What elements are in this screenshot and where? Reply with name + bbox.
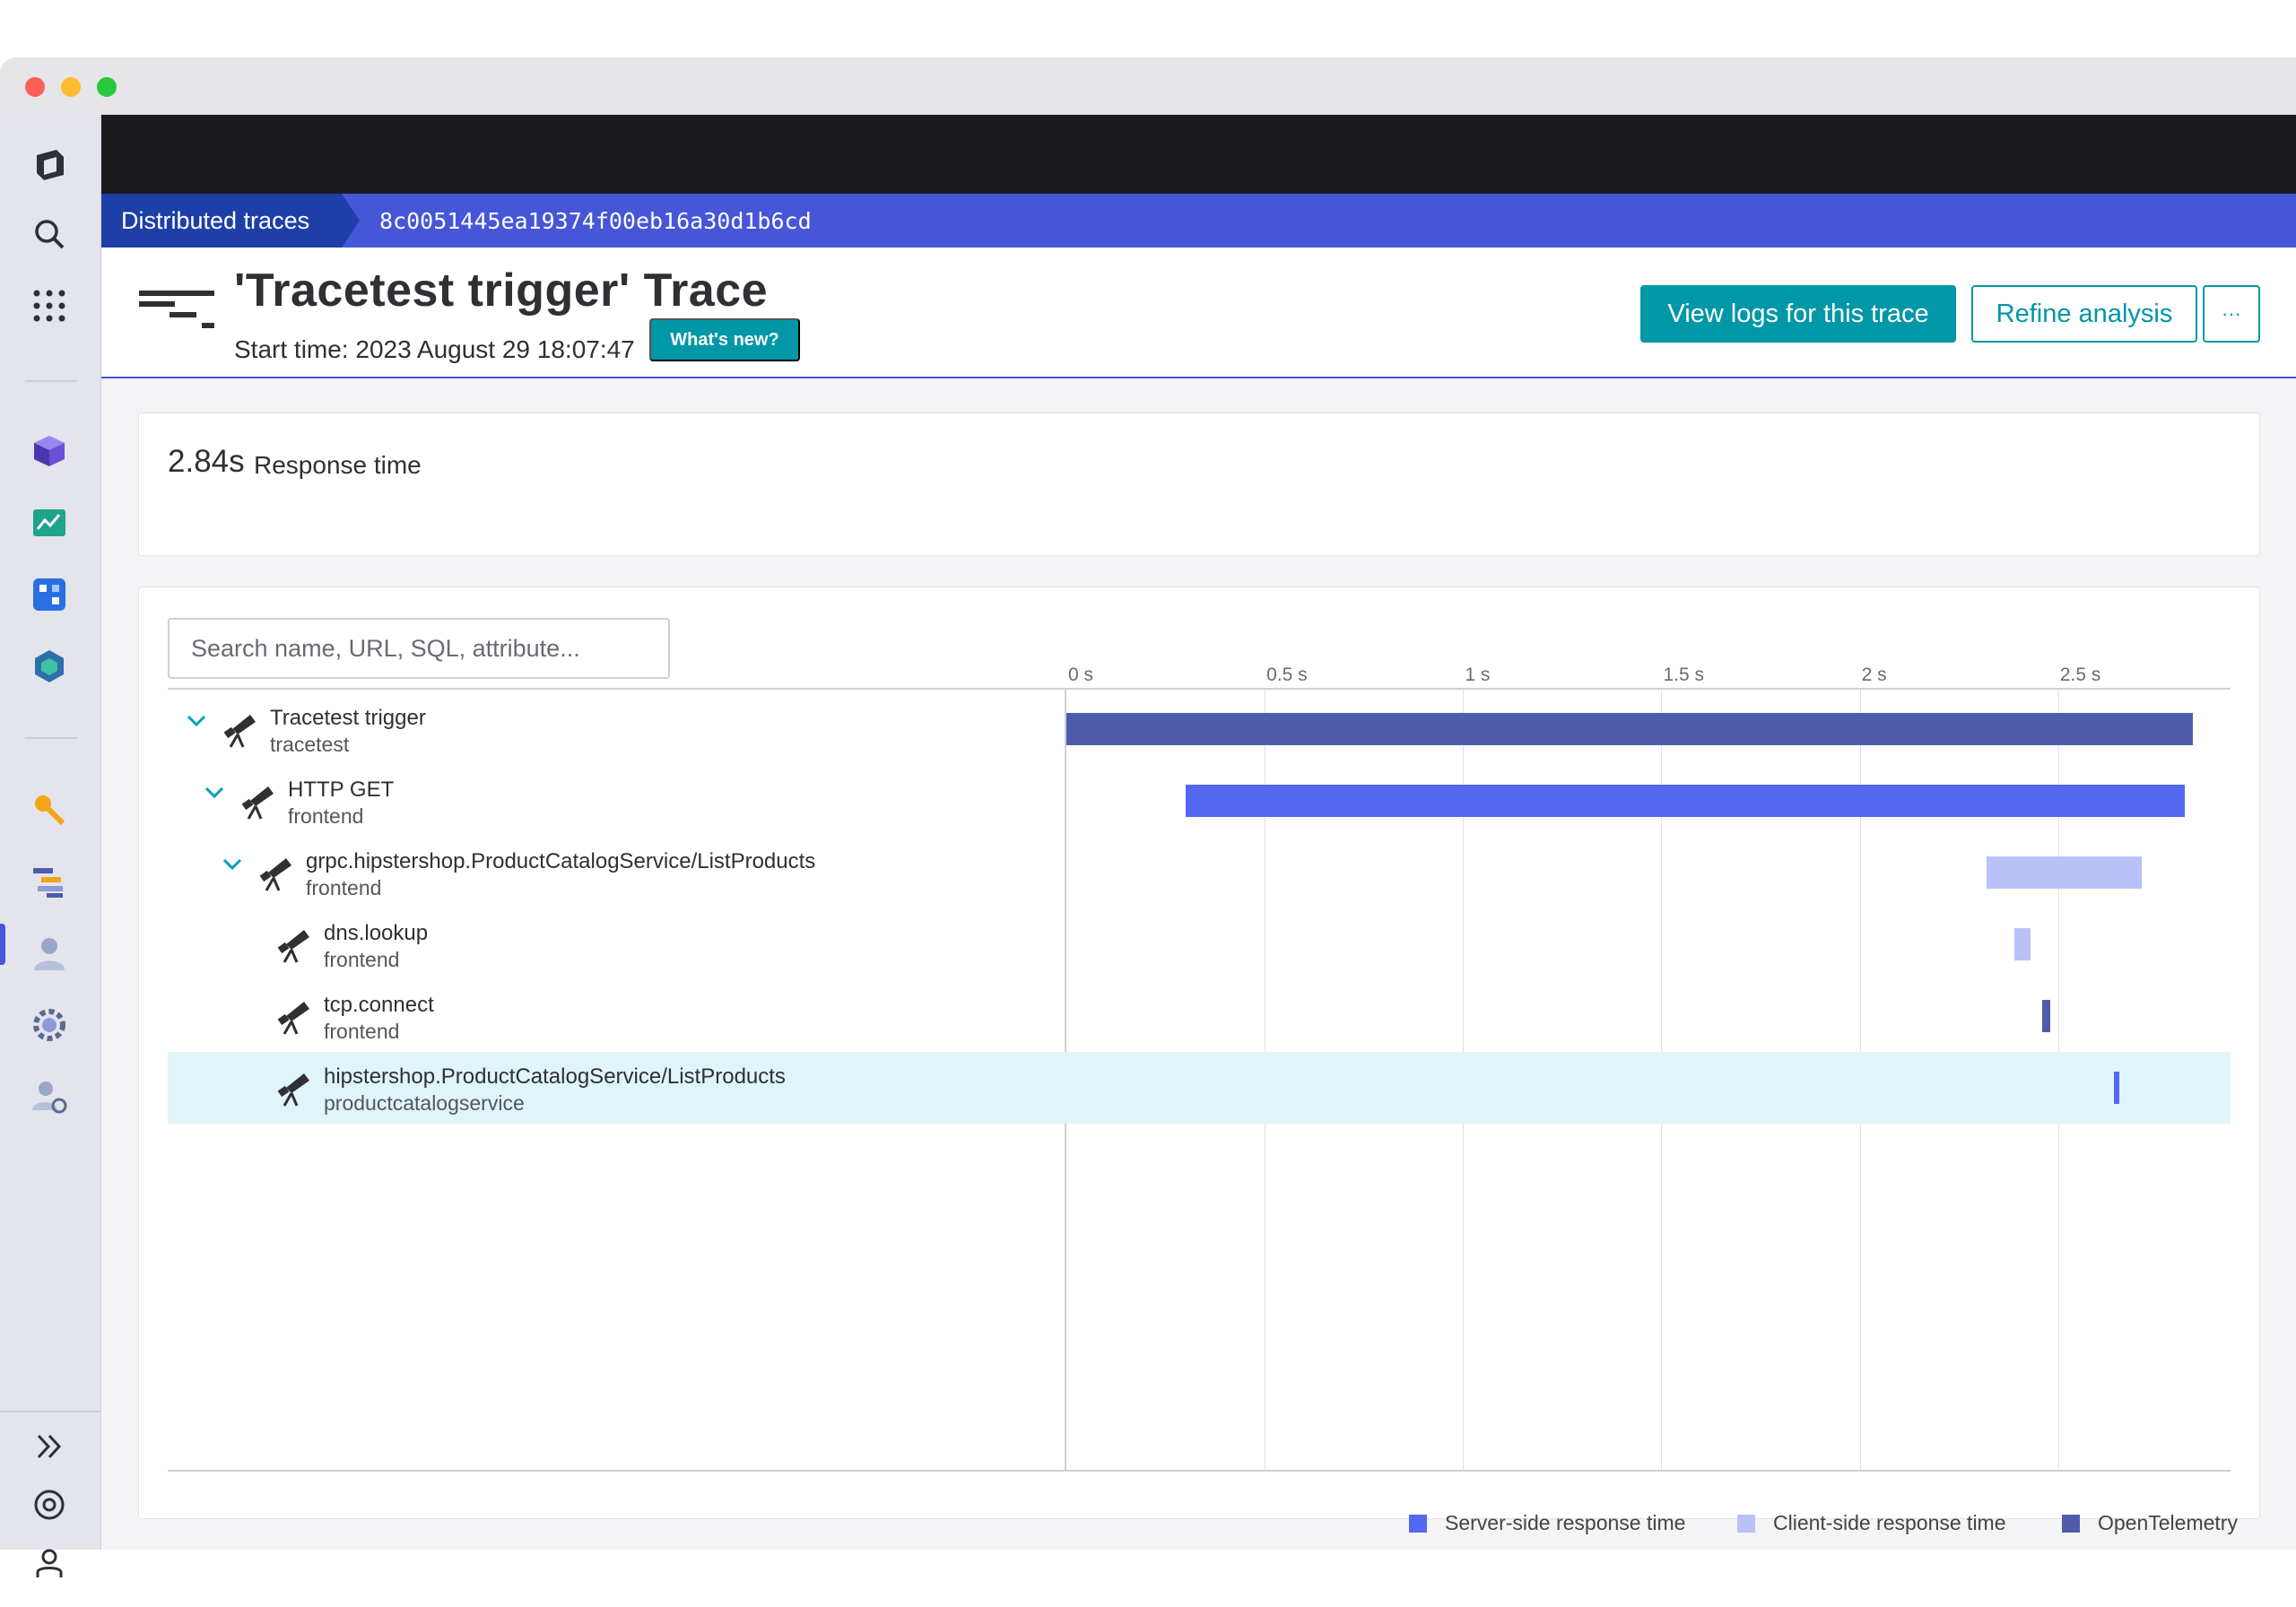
- window-titlebar: [0, 57, 2296, 115]
- tick-label: 2.5 s: [2059, 665, 2101, 685]
- span-name: HTTP GET: [288, 777, 395, 802]
- legend-item: OpenTelemetry: [2062, 1511, 2238, 1535]
- apps-grid-icon[interactable]: [27, 283, 72, 328]
- waterfall-card: 0 s 0.5 s 1 s 1.5 s 2 s 2.5 s Tracetest trigg…: [138, 586, 2260, 1534]
- expand-icon[interactable]: [27, 1424, 72, 1469]
- traces-icon[interactable]: [27, 859, 72, 904]
- chevron-down-icon[interactable]: [204, 781, 225, 809]
- telescope-icon: [274, 996, 313, 1036]
- legend-label: OpenTelemetry: [2098, 1511, 2238, 1534]
- span-service: frontend: [288, 804, 364, 828]
- active-nav-indicator: [0, 924, 5, 965]
- gear-icon[interactable]: [27, 1003, 72, 1047]
- span-duration-bar[interactable]: [1987, 856, 2142, 889]
- legend-label: Client-side response time: [1773, 1511, 2006, 1534]
- span-service: frontend: [306, 876, 382, 899]
- telescope-icon: [256, 853, 295, 892]
- telescope-icon: [238, 781, 277, 821]
- response-time-label: Response time: [254, 451, 422, 479]
- legend-item: Client-side response time: [1737, 1511, 2006, 1535]
- legend-item: Server-side response time: [1409, 1511, 1685, 1535]
- breadcrumb-distributed-traces[interactable]: Distributed traces: [101, 194, 360, 248]
- user-icon[interactable]: [27, 931, 72, 976]
- telescope-icon: [274, 1068, 313, 1108]
- cube-icon[interactable]: [27, 429, 72, 473]
- key-icon[interactable]: [27, 787, 72, 832]
- span-row[interactable]: hipstershop.ProductCatalogService/ListPr…: [168, 1052, 2231, 1124]
- tick-label: 0.5 s: [1266, 665, 1308, 685]
- left-sidebar: [0, 115, 101, 1577]
- tick-label: 0 s: [1068, 665, 1094, 685]
- span-name: tcp.connect: [324, 993, 434, 1017]
- hexagon-icon[interactable]: [27, 644, 72, 689]
- span-name: Tracetest trigger: [270, 706, 426, 730]
- whats-new-button[interactable]: What's new?: [649, 318, 800, 361]
- start-time: Start time: 2023 August 29 18:07:47: [234, 335, 635, 363]
- workflow-icon[interactable]: [27, 572, 72, 617]
- timeline-bottom-line: [168, 1470, 2231, 1472]
- tick-label: 2 s: [1861, 665, 1887, 685]
- legend-swatch: [2062, 1514, 2080, 1533]
- telescope-icon: [220, 709, 259, 749]
- span-service: productcatalogservice: [324, 1091, 525, 1115]
- tick-label: 1.5 s: [1663, 665, 1705, 685]
- trace-icon: [139, 291, 214, 328]
- span-duration-bar[interactable]: [2042, 1000, 2050, 1032]
- chevron-down-icon[interactable]: [222, 853, 243, 881]
- response-time-card: 2.84s Response time: [138, 413, 2260, 556]
- span-name: hipstershop.ProductCatalogService/ListPr…: [324, 1064, 786, 1089]
- response-time-value: 2.84s: [168, 444, 245, 479]
- legend-swatch: [1409, 1514, 1427, 1533]
- search-input[interactable]: [168, 618, 670, 679]
- span-name: dns.lookup: [324, 921, 429, 945]
- span-row[interactable]: tcp.connect frontend: [168, 980, 2231, 1052]
- logo-icon[interactable]: [27, 142, 72, 187]
- page-header: 'Tracetest trigger' Trace Start time: 20…: [101, 248, 2296, 378]
- help-icon[interactable]: [27, 1482, 72, 1527]
- more-options-button[interactable]: ···: [2203, 285, 2260, 343]
- chevron-down-icon[interactable]: [186, 709, 207, 737]
- search-icon[interactable]: [27, 212, 72, 256]
- dashboard-icon[interactable]: [27, 500, 72, 545]
- legend-label: Server-side response time: [1445, 1511, 1686, 1534]
- span-duration-bar[interactable]: [2014, 928, 2031, 960]
- minimize-window-button[interactable]: [61, 77, 81, 97]
- account-icon[interactable]: [27, 1541, 72, 1585]
- tick-label: 1 s: [1465, 665, 1491, 685]
- page-title: 'Tracetest trigger' Trace: [234, 265, 769, 317]
- legend-swatch: [1737, 1514, 1755, 1533]
- span-row[interactable]: grpc.hipstershop.ProductCatalogService/L…: [168, 837, 2231, 908]
- close-window-button[interactable]: [25, 77, 45, 97]
- refine-analysis-button[interactable]: Refine analysis: [1971, 285, 2197, 343]
- span-duration-bar[interactable]: [2113, 1072, 2119, 1104]
- view-logs-button[interactable]: View logs for this trace: [1640, 285, 1956, 343]
- top-bar: [101, 115, 2296, 194]
- span-service: frontend: [324, 948, 400, 971]
- timeline-axis-line: [168, 688, 2231, 690]
- user-settings-icon[interactable]: [27, 1074, 72, 1119]
- maximize-window-button[interactable]: [97, 77, 117, 97]
- span-duration-bar[interactable]: [1066, 713, 2194, 745]
- breadcrumb-trace-id: 8c0051445ea19374f00eb16a30d1b6cd: [379, 207, 812, 234]
- span-duration-bar[interactable]: [1185, 785, 2186, 817]
- span-service: frontend: [324, 1020, 400, 1043]
- breadcrumb: Distributed traces 8c0051445ea19374f00eb…: [101, 194, 2296, 248]
- span-name: grpc.hipstershop.ProductCatalogService/L…: [306, 849, 816, 873]
- span-row[interactable]: dns.lookup frontend: [168, 908, 2231, 980]
- span-service: tracetest: [270, 733, 350, 756]
- telescope-icon: [274, 925, 313, 964]
